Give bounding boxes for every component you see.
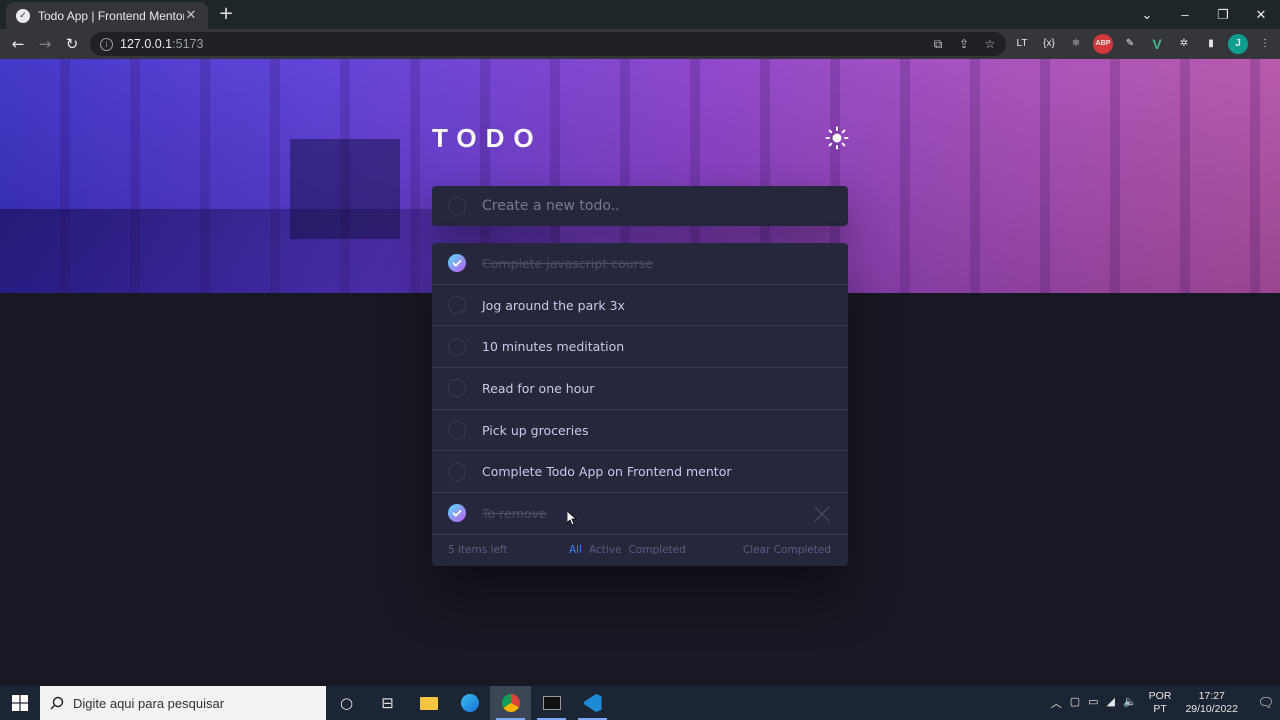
volume-icon[interactable]: 🔈 <box>1123 695 1137 711</box>
forward-arrow-icon[interactable]: → <box>35 34 55 54</box>
adblock-plus-icon[interactable]: ABP <box>1093 34 1113 54</box>
checkmark-icon[interactable] <box>448 504 466 523</box>
hero-door-shade <box>290 139 400 239</box>
vscode-icon[interactable] <box>572 686 613 720</box>
translate-icon[interactable]: ⧉ <box>930 35 946 53</box>
language-indicator[interactable]: POR PT <box>1149 690 1172 716</box>
browser-menu-icon[interactable]: ⋮ <box>1255 34 1275 54</box>
keyboard-layout: PT <box>1153 703 1167 715</box>
page-content: TODO Complete javascript cour <box>0 59 1280 686</box>
favicon-icon: ✓ <box>16 8 30 23</box>
todo-check-circle[interactable] <box>448 462 466 481</box>
browser-tab[interactable]: ✓ Todo App | Frontend Mentor ✕ <box>6 2 208 29</box>
search-placeholder: Digite aqui para pesquisar <box>73 695 225 711</box>
site-info-icon[interactable]: i <box>100 37 113 51</box>
extensions-puzzle-icon[interactable]: ✲ <box>1174 34 1194 54</box>
filter-active[interactable]: Active <box>589 544 621 556</box>
new-todo-field <box>432 186 848 226</box>
todo-label: Read for one hour <box>482 380 595 396</box>
todo-label: Jog around the park 3x <box>482 297 625 313</box>
meet-now-icon[interactable]: ▢ <box>1070 695 1080 711</box>
edge-icon[interactable] <box>449 686 490 720</box>
todo-item[interactable]: Jog around the park 3x <box>432 285 848 327</box>
file-explorer-icon[interactable] <box>408 686 449 720</box>
items-left-count: 5 items left <box>448 544 508 557</box>
share-icon[interactable]: ⇪ <box>956 35 972 53</box>
close-window-button[interactable]: ✕ <box>1242 0 1280 29</box>
json-extension-icon[interactable]: {x} <box>1039 34 1059 54</box>
todo-item[interactable]: 10 minutes meditation <box>432 326 848 369</box>
todo-check-circle[interactable] <box>448 379 466 398</box>
todo-item[interactable]: Complete javascript course <box>432 243 848 285</box>
clock[interactable]: 17:27 29/10/2022 <box>1185 690 1238 716</box>
todo-label: 10 minutes meditation <box>482 339 625 355</box>
search-icon <box>50 696 64 710</box>
language-code: POR <box>1148 690 1172 702</box>
sun-icon[interactable] <box>825 126 849 150</box>
chrome-icon[interactable] <box>490 686 531 720</box>
filter-tabs: All Active Completed <box>569 544 686 556</box>
url-host: 127.0.0.1 <box>120 37 173 51</box>
react-devtools-icon[interactable]: ⚛ <box>1066 34 1086 54</box>
todo-check-circle[interactable] <box>448 421 466 440</box>
clock-date: 29/10/2022 <box>1185 703 1238 715</box>
languagetool-extension-icon[interactable]: LT <box>1012 34 1032 54</box>
todo-label: Complete Todo App on Frontend mentor <box>482 464 732 480</box>
system-tray: ︿ ▢ ▭ ◢ 🔈 POR PT 17:27 29/10/2022 🗨 <box>1051 686 1280 720</box>
browser-toolbar: ← → ↻ i 127.0.0.1:5173 ⧉ ⇪ ☆ LT {x} ⚛ AB… <box>0 29 1280 59</box>
windows-start-icon[interactable] <box>0 686 40 720</box>
todo-item[interactable]: Pick up groceries <box>432 410 848 452</box>
url-port: :5173 <box>172 37 204 51</box>
delete-cross-icon[interactable] <box>814 506 830 522</box>
side-panel-icon[interactable]: ▮ <box>1201 34 1221 54</box>
new-tab-button[interactable]: + <box>216 4 236 24</box>
chevron-up-icon[interactable]: ︿ <box>1051 695 1062 711</box>
notification-icon[interactable]: 🗨 <box>1252 695 1280 711</box>
windows-taskbar: Digite aqui para pesquisar ○ ⊟ ︿ ▢ ▭ ◢ 🔈… <box>0 686 1280 720</box>
terminal-icon[interactable] <box>531 686 572 720</box>
pen-extension-icon[interactable]: ✎ <box>1120 34 1140 54</box>
todo-item[interactable]: To remove <box>432 493 848 535</box>
app-title: TODO <box>432 123 543 153</box>
tab-search-icon[interactable]: ⌄ <box>1128 0 1166 29</box>
todo-list: Complete javascript course Jog around th… <box>432 243 848 566</box>
new-todo-input[interactable] <box>482 198 822 214</box>
back-arrow-icon[interactable]: ← <box>8 34 28 54</box>
task-view-icon[interactable]: ⊟ <box>367 686 408 720</box>
todo-label: Complete javascript course <box>482 255 653 271</box>
network-icon[interactable]: ◢ <box>1107 695 1115 711</box>
todo-item[interactable]: Complete Todo App on Frontend mentor <box>432 451 848 494</box>
tab-title: Todo App | Frontend Mentor <box>38 8 184 23</box>
clock-time: 17:27 <box>1198 690 1225 702</box>
close-tab-icon[interactable]: ✕ <box>184 8 198 23</box>
extensions-bar: LT {x} ⚛ ABP ✎ V ✲ ▮ J ⋮ <box>1012 34 1275 54</box>
todo-label: Pick up groceries <box>482 422 589 438</box>
new-todo-check-circle[interactable] <box>448 197 466 215</box>
clear-completed-button[interactable]: Clear Completed <box>743 544 831 556</box>
cortana-icon[interactable]: ○ <box>326 686 367 720</box>
profile-avatar[interactable]: J <box>1228 34 1248 54</box>
taskbar-apps: ○ ⊟ <box>326 686 613 720</box>
todo-label: To remove <box>482 505 547 521</box>
filter-completed[interactable]: Completed <box>629 544 686 556</box>
minimize-button[interactable]: – <box>1166 0 1204 29</box>
battery-icon[interactable]: ▭ <box>1088 695 1098 711</box>
tray-icons: ︿ ▢ ▭ ◢ 🔈 <box>1051 695 1137 711</box>
todo-footer: 5 items left All Active Completed Clear … <box>432 535 848 566</box>
taskbar-search-box[interactable]: Digite aqui para pesquisar <box>40 686 326 720</box>
todo-check-circle[interactable] <box>448 337 466 356</box>
vue-devtools-icon[interactable]: V <box>1147 34 1167 54</box>
todo-item[interactable]: Read for one hour <box>432 368 848 410</box>
address-bar[interactable]: i 127.0.0.1:5173 ⧉ ⇪ ☆ <box>90 32 1006 56</box>
todo-check-circle[interactable] <box>448 296 466 315</box>
filter-all[interactable]: All <box>569 544 582 556</box>
url-text: 127.0.0.1:5173 <box>120 37 203 51</box>
reload-icon[interactable]: ↻ <box>62 34 82 54</box>
window-controls: ⌄ – ❐ ✕ <box>1128 0 1280 29</box>
bookmark-star-icon[interactable]: ☆ <box>982 35 998 53</box>
maximize-button[interactable]: ❐ <box>1204 0 1242 29</box>
checkmark-icon[interactable] <box>448 254 466 273</box>
browser-tabstrip: ✓ Todo App | Frontend Mentor ✕ + ⌄ – ❐ ✕ <box>0 0 1280 29</box>
